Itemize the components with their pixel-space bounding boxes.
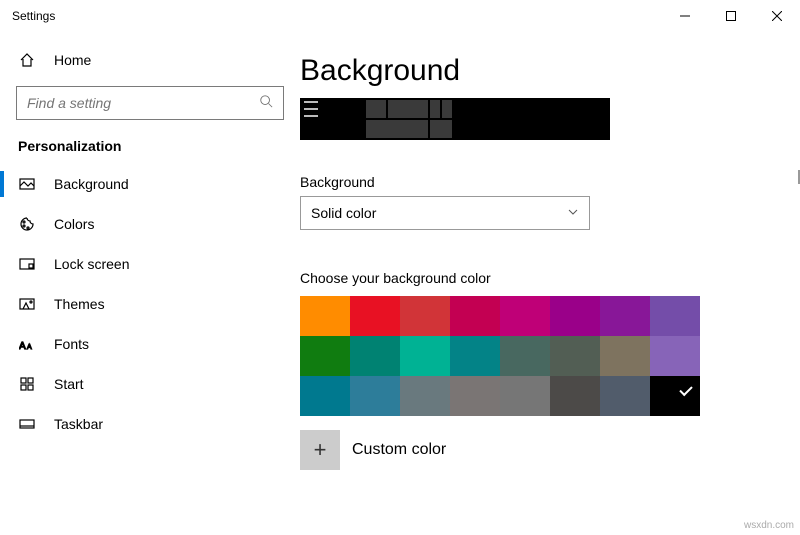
search-box[interactable] [16, 86, 284, 120]
fonts-icon: AA [18, 336, 36, 352]
color-swatch-grid [300, 296, 776, 416]
sidebar-item-colors[interactable]: Colors [0, 204, 300, 244]
color-swatch[interactable] [300, 296, 350, 336]
search-container [0, 80, 300, 130]
color-swatch[interactable] [600, 336, 650, 376]
color-swatch[interactable] [400, 336, 450, 376]
desktop-preview [300, 98, 610, 140]
color-swatch[interactable] [550, 296, 600, 336]
color-swatch[interactable] [350, 376, 400, 416]
color-swatch[interactable] [350, 336, 400, 376]
window-controls [662, 0, 800, 32]
window-title: Settings [12, 9, 55, 23]
svg-text:A: A [19, 341, 26, 352]
color-swatch[interactable] [450, 296, 500, 336]
home-label: Home [54, 52, 91, 68]
sidebar-item-lock-screen[interactable]: Lock screen [0, 244, 300, 284]
color-swatch[interactable] [650, 336, 700, 376]
home-nav[interactable]: Home [0, 40, 300, 80]
nav-label: Lock screen [54, 256, 129, 272]
nav-label: Fonts [54, 336, 89, 352]
minimize-button[interactable] [662, 0, 708, 32]
preview-menu-icon [304, 101, 318, 117]
watermark: wsxdn.com [744, 520, 794, 531]
color-swatch[interactable] [600, 376, 650, 416]
dropdown-value: Solid color [311, 205, 376, 221]
plus-icon: + [314, 437, 327, 463]
search-icon [259, 94, 273, 113]
color-swatch[interactable] [450, 336, 500, 376]
color-swatch[interactable] [500, 336, 550, 376]
color-swatch[interactable] [450, 376, 500, 416]
nav-label: Taskbar [54, 416, 103, 432]
nav-label: Background [54, 176, 129, 192]
close-button[interactable] [754, 0, 800, 32]
nav-label: Start [54, 376, 84, 392]
custom-color-label: Custom color [352, 441, 446, 459]
color-swatch[interactable] [500, 296, 550, 336]
taskbar-icon [18, 416, 36, 432]
home-icon [18, 52, 36, 68]
color-swatch[interactable] [500, 376, 550, 416]
search-input[interactable] [27, 95, 259, 111]
lock-screen-icon [18, 256, 36, 272]
color-swatch[interactable] [650, 296, 700, 336]
sidebar-item-background[interactable]: Background [0, 164, 300, 204]
sidebar: Home Personalization Background Colors L… [0, 32, 300, 535]
nav-label: Themes [54, 296, 105, 312]
color-picker-label: Choose your background color [300, 270, 776, 286]
sidebar-item-fonts[interactable]: AA Fonts [0, 324, 300, 364]
svg-text:A: A [27, 344, 32, 351]
color-swatch[interactable] [550, 376, 600, 416]
color-swatch[interactable] [600, 296, 650, 336]
color-swatch[interactable] [650, 376, 700, 416]
chevron-down-icon [567, 205, 579, 221]
color-swatch[interactable] [300, 376, 350, 416]
page-title: Background [300, 32, 776, 98]
dropdown-label: Background [300, 174, 776, 190]
custom-color-row: + Custom color [300, 430, 776, 470]
custom-color-button[interactable]: + [300, 430, 340, 470]
color-swatch[interactable] [350, 296, 400, 336]
nav-label: Colors [54, 216, 94, 232]
palette-icon [18, 216, 36, 232]
background-type-dropdown[interactable]: Solid color [300, 196, 590, 230]
category-header: Personalization [0, 130, 300, 164]
maximize-button[interactable] [708, 0, 754, 32]
preview-tiles [366, 100, 452, 138]
sidebar-item-taskbar[interactable]: Taskbar [0, 404, 300, 444]
sidebar-item-themes[interactable]: Themes [0, 284, 300, 324]
color-swatch[interactable] [550, 336, 600, 376]
sidebar-item-start[interactable]: Start [0, 364, 300, 404]
main-panel: Background Background Solid color Choose… [300, 32, 800, 535]
themes-icon [18, 296, 36, 312]
picture-icon [18, 176, 36, 192]
color-swatch[interactable] [300, 336, 350, 376]
color-swatch[interactable] [400, 296, 450, 336]
color-swatch[interactable] [400, 376, 450, 416]
start-icon [18, 376, 36, 392]
